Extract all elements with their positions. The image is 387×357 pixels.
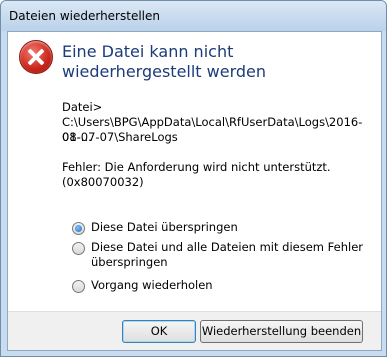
option-skip-file[interactable]: Diese Datei überspringen (72, 220, 238, 235)
window-title: Dateien wiederherstellen (9, 9, 160, 23)
radio-button[interactable] (72, 222, 85, 235)
main-instruction: Eine Datei kann nicht wiederhergestellt … (62, 42, 267, 81)
radio-button[interactable] (72, 280, 85, 293)
option-label: Vorgang wiederholen (91, 278, 213, 292)
ok-button[interactable]: OK (122, 320, 196, 343)
radio-button[interactable] (72, 242, 85, 255)
file-label: Datei> (62, 100, 103, 114)
option-label-line1: Diese Datei und alle Dateien mit diesem … (91, 240, 363, 254)
title-bar[interactable]: Dateien wiederherstellen (1, 1, 386, 31)
button-bar: OK Wiederherstellung beenden (8, 311, 381, 350)
error-code: (0x80070032) (62, 175, 144, 189)
error-message: Fehler: Die Anforderung wird nicht unter… (62, 160, 331, 174)
file-path-line2: 08-07-07\ShareLogs (62, 130, 178, 144)
option-label-line2: überspringen (91, 255, 168, 269)
end-restore-button[interactable]: Wiederherstellung beenden (200, 320, 363, 343)
dialog-window: Dateien wiederherstellen Eine Datei kann… (0, 0, 387, 357)
dialog-content: Eine Datei kann nicht wiederhergestellt … (7, 31, 382, 351)
option-label: Diese Datei überspringen (91, 220, 238, 234)
error-icon (19, 40, 53, 74)
option-skip-all-with-error[interactable]: Diese Datei und alle Dateien mit diesem … (72, 240, 363, 270)
option-label: Diese Datei und alle Dateien mit diesem … (91, 240, 363, 270)
option-retry[interactable]: Vorgang wiederholen (72, 278, 213, 293)
